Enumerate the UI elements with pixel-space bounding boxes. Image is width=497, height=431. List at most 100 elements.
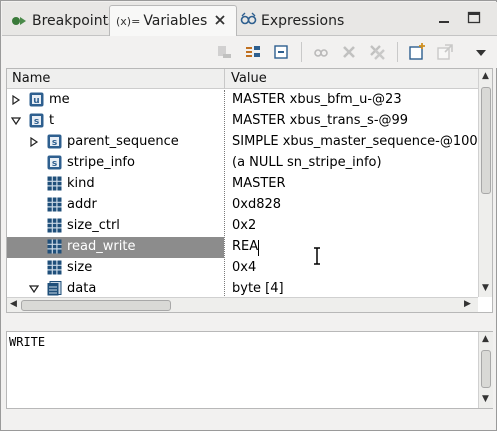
tree-row[interactable]: s stripe_info (a NULL sn_stripe_info): [7, 153, 478, 174]
variable-name: me: [49, 92, 70, 107]
variables-tree[interactable]: Name Value u me MASTER xbus_bfm_u-@23 s t MAS…: [6, 68, 493, 313]
text-caret: [258, 240, 259, 256]
remove-icon[interactable]: [339, 42, 359, 62]
collapse-all-icon[interactable]: [271, 42, 291, 62]
name-cell[interactable]: st: [7, 111, 224, 132]
variable-name: data: [67, 281, 97, 296]
variable-name: read_write: [67, 239, 136, 254]
column-value-header[interactable]: Value: [231, 71, 267, 86]
tab-variables[interactable]: (x)= Variables: [109, 5, 237, 36]
tree-row[interactable]: s t MASTER xbus_trans_s-@99: [7, 111, 478, 132]
variable-name: size_ctrl: [67, 218, 120, 233]
name-cell[interactable]: read_write: [7, 237, 224, 258]
toolbar-separator: [301, 42, 302, 62]
variable-value[interactable]: 0x2: [232, 218, 478, 233]
expand-arrow-right-icon[interactable]: [29, 136, 39, 148]
remove-all-icon[interactable]: [367, 42, 387, 62]
struct-icon: s: [47, 155, 62, 170]
list-icon: [47, 281, 62, 296]
field-icon: [47, 218, 62, 233]
column-divider-line: [224, 90, 225, 312]
detail-text[interactable]: WRITE: [9, 335, 45, 349]
view-menu-icon[interactable]: [471, 42, 491, 62]
expand-arrow-down-icon[interactable]: [10, 116, 22, 127]
unit-icon: u: [29, 92, 44, 107]
field-icon: [47, 239, 62, 254]
svg-text:s: s: [52, 159, 57, 169]
name-cell[interactable]: size: [7, 258, 224, 279]
variable-name: t: [49, 113, 55, 128]
tree-header: Name Value: [7, 69, 478, 89]
scroll-down-icon[interactable]: ▼: [482, 283, 489, 293]
field-icon: [47, 197, 62, 212]
variables-view: Breakpoints (x)= Variables Expressions N…: [0, 0, 497, 431]
horizontal-scrollbar[interactable]: ◀ ▶: [7, 297, 478, 312]
field-icon: [47, 260, 62, 275]
scroll-up-icon[interactable]: ▲: [482, 71, 489, 81]
close-icon[interactable]: [215, 14, 225, 29]
scroll-left-icon[interactable]: ◀: [10, 299, 17, 309]
vertical-scrollbar[interactable]: ▲ ▼: [478, 69, 492, 297]
name-cell[interactable]: size_ctrl: [7, 216, 224, 237]
toolbar-separator: [397, 42, 398, 62]
column-divider[interactable]: [224, 69, 225, 89]
show-logical-structure-icon[interactable]: [243, 42, 263, 62]
field-icon: [47, 176, 62, 191]
scrollbar-thumb[interactable]: [481, 350, 491, 388]
view-toolbar: [2, 36, 497, 68]
name-cell[interactable]: kind: [7, 174, 224, 195]
variable-name: addr: [67, 197, 97, 212]
scrollbar-thumb[interactable]: [481, 87, 491, 194]
scroll-down-icon[interactable]: ▼: [482, 394, 489, 404]
variable-value[interactable]: byte [4]: [232, 281, 478, 296]
expressions-icon: [240, 11, 258, 31]
name-cell[interactable]: s stripe_info: [7, 153, 224, 174]
value-edit-text[interactable]: REA: [232, 239, 258, 254]
tree-row[interactable]: u me MASTER xbus_bfm_u-@23: [7, 90, 478, 111]
scroll-right-icon[interactable]: ▶: [464, 299, 471, 309]
struct-icon: s: [47, 134, 62, 149]
detail-vertical-scrollbar[interactable]: ▲ ▼: [478, 332, 493, 408]
expand-arrow-right-icon[interactable]: [11, 94, 21, 106]
scrollbar-thumb[interactable]: [21, 300, 171, 311]
tab-label: Expressions: [261, 12, 345, 29]
maximize-icon[interactable]: [467, 11, 481, 25]
expand-arrow-down-icon[interactable]: [28, 284, 40, 295]
tree-row[interactable]: read_write REA: [7, 237, 478, 258]
add-global-icon[interactable]: [407, 42, 427, 62]
scroll-up-icon[interactable]: ▲: [482, 334, 489, 344]
name-cell[interactable]: addr: [7, 195, 224, 216]
watch-icon[interactable]: [311, 42, 331, 62]
name-cell[interactable]: u me: [7, 90, 224, 111]
column-name-header[interactable]: Name: [12, 71, 50, 86]
variable-name: size: [67, 260, 93, 275]
tab-breakpoints[interactable]: Breakpoints: [4, 5, 121, 36]
variable-name: kind: [67, 176, 95, 191]
value-edit-field[interactable]: REA: [227, 237, 478, 258]
svg-text:u: u: [33, 96, 39, 106]
tab-expressions[interactable]: Expressions: [234, 5, 350, 36]
tab-label: Breakpoints: [32, 12, 116, 29]
open-editor-icon[interactable]: [435, 42, 455, 62]
variable-value[interactable]: SIMPLE xbus_master_sequence-@100: [232, 134, 478, 149]
variable-value[interactable]: 0x4: [232, 260, 478, 275]
view-tab-bar: Breakpoints (x)= Variables Expressions: [2, 2, 497, 36]
detail-pane[interactable]: WRITE ▲ ▼: [6, 331, 493, 409]
minimize-icon[interactable]: [437, 11, 451, 25]
variable-name: parent_sequence: [67, 134, 179, 149]
show-type-names-icon[interactable]: [215, 42, 235, 62]
name-cell[interactable]: s parent_sequence: [7, 132, 224, 153]
variable-value[interactable]: MASTER: [232, 176, 478, 191]
tree-row[interactable]: kind MASTER: [7, 174, 478, 195]
tree-row[interactable]: addr 0xd828: [7, 195, 478, 216]
variable-value[interactable]: MASTER xbus_bfm_u-@23: [232, 92, 478, 107]
text-cursor-icon: [312, 247, 322, 265]
tree-row[interactable]: size 0x4: [7, 258, 478, 279]
variable-value[interactable]: MASTER xbus_trans_s-@99: [232, 113, 478, 128]
variable-value[interactable]: (a NULL sn_stripe_info): [232, 155, 478, 170]
tree-row[interactable]: s parent_sequence SIMPLE xbus_master_seque…: [7, 132, 478, 153]
variable-value[interactable]: 0xd828: [232, 197, 478, 212]
tree-row[interactable]: size_ctrl 0x2: [7, 216, 478, 237]
variable-name: stripe_info: [67, 155, 135, 170]
tab-label: Variables: [143, 13, 208, 29]
